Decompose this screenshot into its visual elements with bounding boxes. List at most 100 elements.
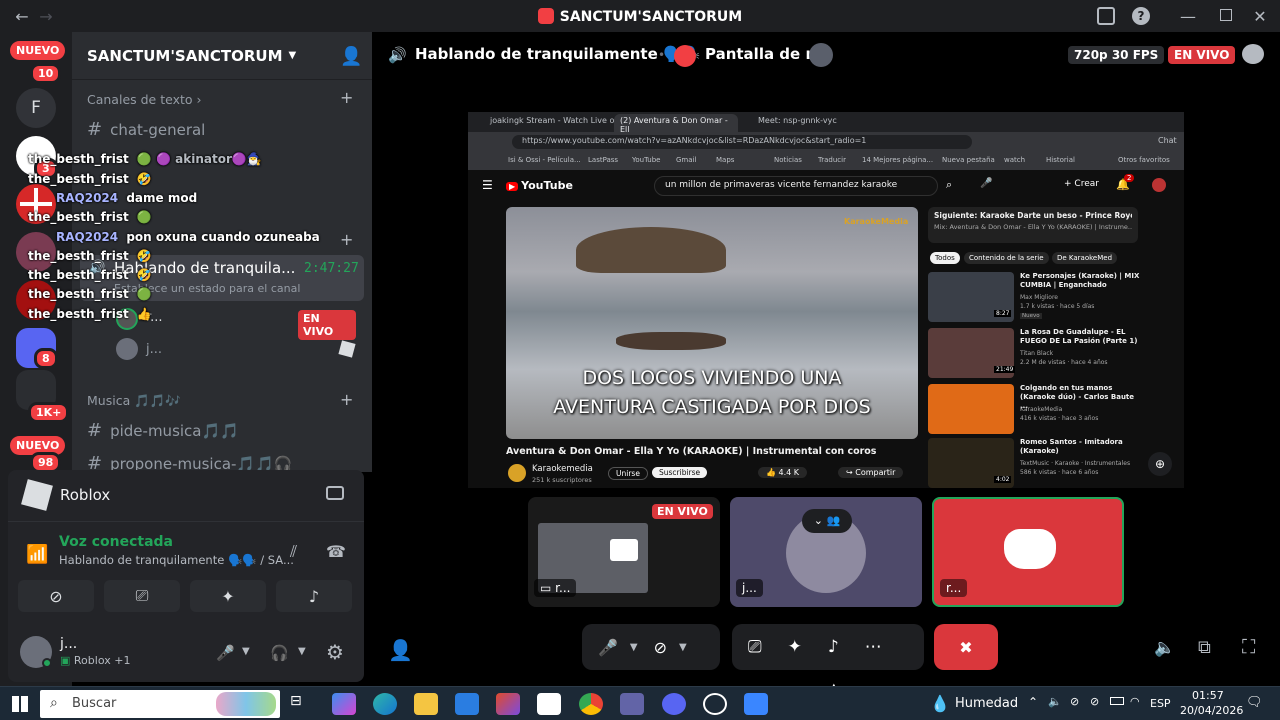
chevron-down-icon[interactable]: ▼ [679, 642, 687, 653]
volume-tray-icon[interactable]: 🔈 [1048, 695, 1062, 708]
user-info[interactable]: j... ▣ Roblox +1 [16, 630, 216, 676]
youtube-search-input[interactable]: un millon de primaveras vicente fernande… [654, 176, 938, 196]
avatar[interactable] [1152, 178, 1166, 192]
network-off-icon[interactable]: ⊘ [1070, 695, 1079, 708]
share-screen-button[interactable]: ⎚ [104, 580, 180, 612]
soundboard-icon[interactable]: ♪ [828, 637, 839, 657]
channel-name[interactable]: Karaokemedia [532, 464, 593, 474]
fullscreen-icon[interactable]: ⛶ [1242, 636, 1255, 658]
related-video[interactable]: 4:02 Romeo Santos - Imitadora (Karaoke) … [928, 438, 1148, 488]
chat-button[interactable]: Chat [1158, 136, 1177, 145]
category-musica[interactable]: Musica 🎵🎵🎶 [87, 393, 181, 409]
clock-time[interactable]: 01:57 [1192, 689, 1224, 702]
battery-icon[interactable] [1110, 697, 1124, 705]
quality-badge[interactable]: 720p 30 FPS [1068, 46, 1165, 64]
channel-avatar[interactable] [508, 464, 526, 482]
subscribe-button[interactable]: Suscribirse [652, 467, 708, 478]
activities-icon[interactable]: ✦ [788, 637, 802, 657]
bookmark[interactable]: Otros favoritos [1118, 156, 1170, 164]
bookmark[interactable]: Maps [716, 156, 734, 164]
like-button[interactable]: 👍 4.4 K [758, 467, 808, 478]
participant-tile-speaking[interactable]: r... [932, 497, 1124, 607]
chevron-down-icon[interactable]: ⌄ 👥 [802, 509, 852, 533]
chip[interactable]: Contenido de la serie [964, 252, 1049, 264]
browser-tab[interactable]: Meet: nsp-gnnk-vyc [758, 116, 837, 125]
category-text-channels[interactable]: Canales de texto › [87, 92, 202, 107]
edge-icon[interactable] [373, 693, 397, 715]
leave-call-button[interactable]: ✖ [934, 624, 998, 670]
discord-icon[interactable] [662, 693, 686, 715]
shared-screen[interactable]: joakingk Stream - Watch Live on K (2) Av… [468, 112, 1184, 488]
noise-suppression-icon[interactable]: ⫽ [290, 542, 297, 562]
clock-date[interactable]: 20/04/2026 [1180, 704, 1243, 717]
bookmark[interactable]: LastPass [588, 156, 618, 164]
chevron-down-icon[interactable]: ▼ [298, 646, 306, 657]
bookmark[interactable]: Historial [1046, 156, 1075, 164]
stream-game-icon[interactable] [326, 486, 344, 500]
chat-bubble-icon[interactable] [1242, 44, 1264, 64]
server-f[interactable]: F [16, 88, 56, 128]
camera-off-icon[interactable]: ⊘ [654, 638, 667, 657]
channel-chat-general[interactable]: # chat-general [87, 119, 205, 140]
copilot-icon[interactable] [332, 693, 356, 715]
file-explorer-icon[interactable] [414, 693, 438, 715]
task-view-icon[interactable]: ⊟ [290, 693, 314, 715]
network-off-icon[interactable]: ⊘ [1090, 695, 1099, 708]
bookmark[interactable]: Isi & Ossi - Película... [508, 156, 581, 164]
stream-tile-screen[interactable]: EN VIVO ▭ r... [528, 497, 720, 607]
mic-icon[interactable]: 🎤 [980, 178, 992, 189]
hamburger-menu-icon[interactable]: ☰ [482, 178, 493, 192]
bookmark[interactable]: 14 Mejores página... [862, 156, 933, 164]
youtube-logo[interactable]: ▶ YouTube [506, 179, 573, 192]
more-options-icon[interactable]: ⋯ [865, 637, 882, 657]
playlist-panel[interactable]: Siguiente: Karaoke Darte un beso - Princ… [928, 207, 1138, 243]
roblox-icon[interactable] [744, 693, 768, 715]
chevron-down-icon[interactable]: ▼ [242, 646, 250, 657]
invite-icon[interactable]: 👤 [340, 46, 362, 67]
voice-member[interactable]: j... [116, 338, 356, 362]
search-icon[interactable]: ⌕ [946, 178, 952, 192]
tray-chevron-icon[interactable]: ⌃ [1028, 695, 1038, 709]
notifications-icon[interactable]: 🗨 [1246, 695, 1263, 710]
video-player[interactable]: KaraokeMedia DOS LOCOS VIVIENDO UNA AVEN… [506, 207, 918, 439]
related-video[interactable]: 21:49 La Rosa De Guadalupe - EL FUEGO DE… [928, 328, 1148, 380]
windows-start-icon[interactable] [12, 696, 28, 712]
screen-share-icon[interactable]: ⎚ [748, 637, 762, 657]
weather-icon[interactable]: 💧 [930, 694, 950, 713]
zoom-icon[interactable]: ⊕ [1148, 452, 1172, 476]
popout-icon[interactable]: ⧉ [1198, 637, 1211, 658]
related-video[interactable]: Colgando en tus manos (Karaoke dúo) - Ca… [928, 384, 1148, 436]
store-icon[interactable] [537, 693, 561, 715]
office-icon[interactable] [496, 693, 520, 715]
activities-button[interactable]: ✦ [190, 580, 266, 612]
taskbar-search[interactable]: ⌕ Buscar [40, 690, 280, 718]
help-icon[interactable]: ? [1132, 7, 1150, 25]
create-button[interactable]: + Crear [1064, 179, 1099, 189]
url-input[interactable]: https://www.youtube.com/watch?v=azANkdcv… [512, 135, 972, 149]
bookmark[interactable]: Gmail [676, 156, 696, 164]
wifi-icon[interactable]: ◠ [1130, 695, 1140, 708]
bookmark[interactable]: Noticias [774, 156, 802, 164]
microphone-icon[interactable]: 🎤 [216, 644, 235, 662]
related-video[interactable]: 8:27 Ke Personajes (Karaoke) | MIX CUMBI… [928, 272, 1148, 324]
mail-icon[interactable] [455, 693, 479, 715]
settings-gear-icon[interactable]: ⚙ [326, 640, 344, 664]
add-channel-icon[interactable]: + [340, 88, 353, 107]
add-channel-icon[interactable]: + [340, 390, 353, 409]
bookmark[interactable]: Nueva pestaña [942, 156, 995, 164]
activity-card[interactable]: Roblox [8, 470, 364, 522]
maximize-icon[interactable] [1220, 9, 1232, 21]
inbox-icon[interactable] [1097, 7, 1115, 25]
volume-icon[interactable]: 🔈 [1154, 638, 1175, 658]
bookmark[interactable]: watch [1004, 156, 1025, 164]
minimize-icon[interactable]: — [1178, 6, 1198, 26]
invite-user-icon[interactable]: 👤 [388, 638, 413, 662]
chrome-icon[interactable] [579, 693, 603, 715]
close-icon[interactable]: ✕ [1250, 6, 1270, 26]
bookmark[interactable]: Traducir [818, 156, 846, 164]
browser-tab[interactable]: joakingk Stream - Watch Live on K [490, 116, 627, 125]
join-button[interactable]: Unirse [608, 467, 648, 480]
participant-tile[interactable]: ⌄ 👥 j... [730, 497, 922, 607]
server-header[interactable]: SANCTUM'SANCTORUM ▼ [72, 32, 372, 80]
share-button[interactable]: ↪ Compartir [838, 467, 904, 478]
